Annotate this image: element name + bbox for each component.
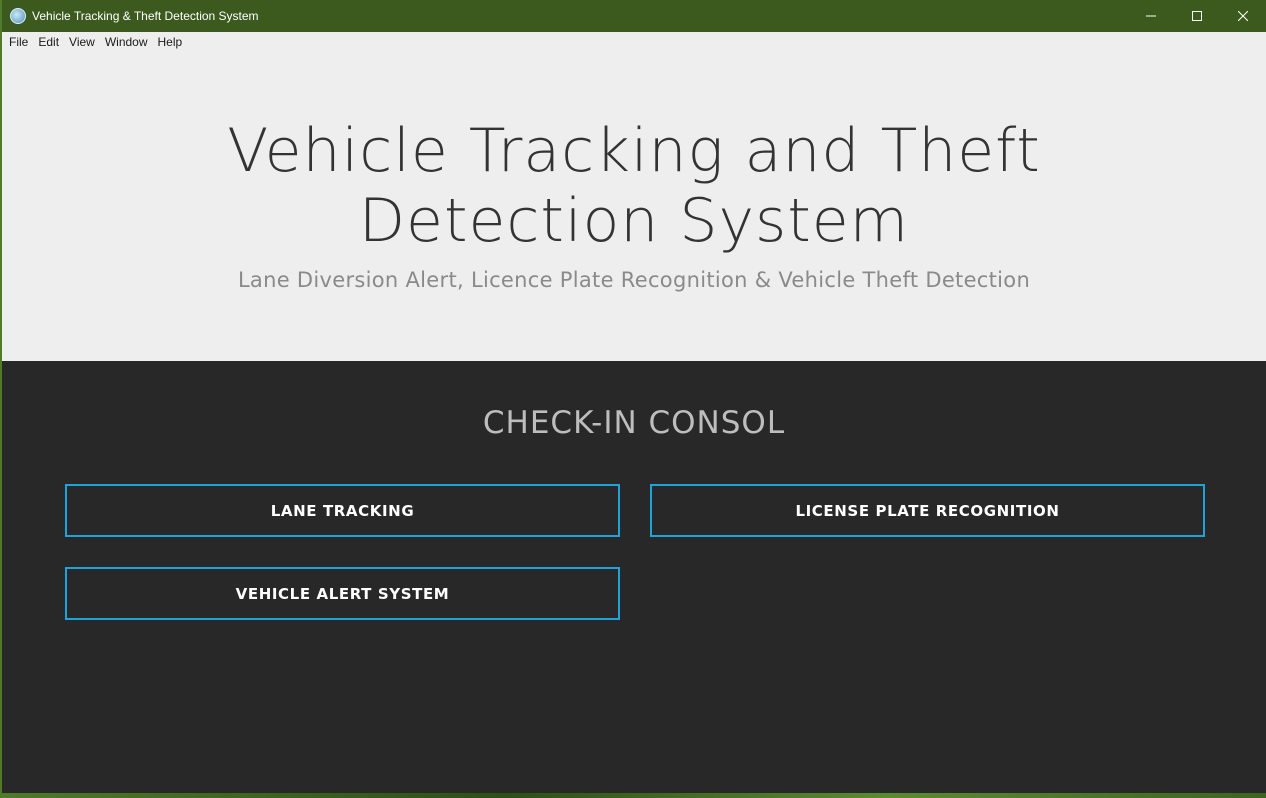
close-icon bbox=[1238, 11, 1248, 21]
vehicle-alert-system-button[interactable]: VEHICLE ALERT SYSTEM bbox=[65, 567, 620, 620]
menu-window[interactable]: Window bbox=[101, 32, 152, 52]
page-subtitle: Lane Diversion Alert, Licence Plate Reco… bbox=[237, 268, 1031, 292]
minimize-button[interactable] bbox=[1128, 0, 1174, 32]
maximize-button[interactable] bbox=[1174, 0, 1220, 32]
menu-help[interactable]: Help bbox=[154, 32, 187, 52]
window-controls bbox=[1128, 0, 1266, 32]
window-title: Vehicle Tracking & Theft Detection Syste… bbox=[32, 9, 259, 23]
menu-file[interactable]: File bbox=[5, 32, 32, 52]
maximize-icon bbox=[1192, 11, 1202, 21]
menu-bar: File Edit View Window Help bbox=[2, 32, 1266, 52]
console-title: CHECK-IN CONSOL bbox=[482, 405, 786, 441]
page-title-line-1: Vehicle Tracking and Theft bbox=[227, 116, 1041, 186]
title-bar[interactable]: Vehicle Tracking & Theft Detection Syste… bbox=[2, 0, 1266, 32]
page-title-line-2: Detection System bbox=[358, 186, 910, 256]
close-button[interactable] bbox=[1220, 0, 1266, 32]
app-window: Vehicle Tracking & Theft Detection Syste… bbox=[2, 0, 1266, 793]
page-title: Vehicle Tracking and Theft Detection Sys… bbox=[2, 116, 1266, 256]
menu-view[interactable]: View bbox=[65, 32, 99, 52]
minimize-icon bbox=[1146, 15, 1156, 17]
lane-tracking-button[interactable]: LANE TRACKING bbox=[65, 484, 620, 537]
check-in-console: CHECK-IN CONSOL LANE TRACKING LICENSE PL… bbox=[2, 361, 1266, 793]
hero-section: Vehicle Tracking and Theft Detection Sys… bbox=[2, 52, 1266, 361]
license-plate-recognition-button[interactable]: LICENSE PLATE RECOGNITION bbox=[650, 484, 1205, 537]
menu-edit[interactable]: Edit bbox=[34, 32, 63, 52]
app-icon bbox=[10, 8, 26, 24]
